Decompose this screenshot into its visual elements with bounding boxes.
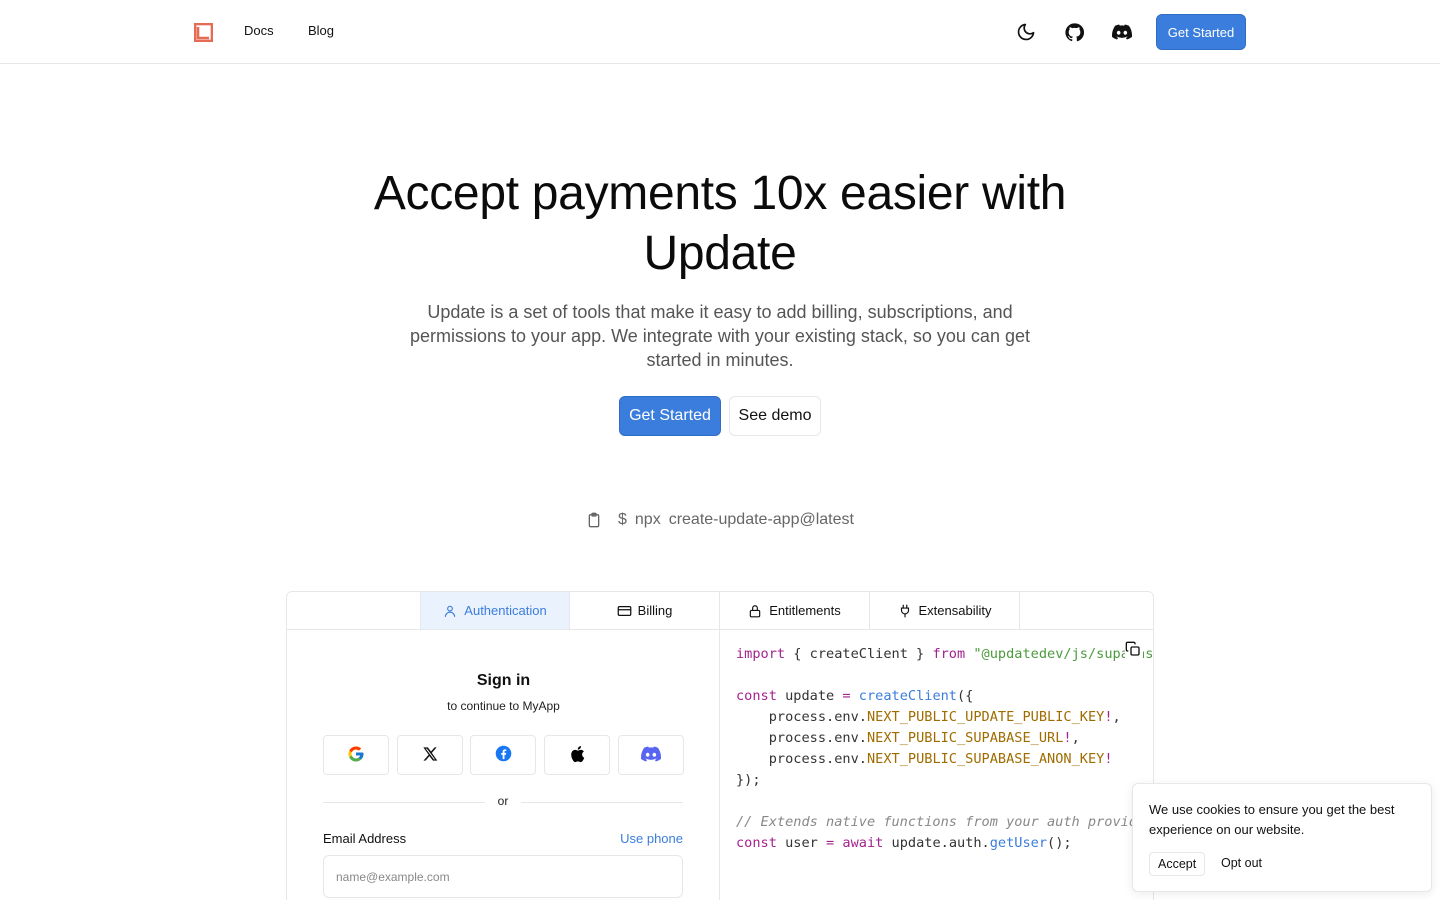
hero-title: Accept payments 10x easier with Update xyxy=(373,167,1067,280)
code-token: NEXT_PUBLIC_UPDATE_PUBLIC_KEY xyxy=(866,709,1105,725)
signin-subtitle: to continue to MyApp xyxy=(447,699,560,713)
signin-title: Sign in xyxy=(476,672,531,689)
tab-authentication[interactable]: Authentication xyxy=(420,592,570,629)
plug-icon xyxy=(898,604,912,618)
hero-subtitle: Update is a set of tools that make it ea… xyxy=(410,302,1030,370)
facebook-signin-button[interactable] xyxy=(470,735,536,775)
code-token: ! xyxy=(1063,730,1072,746)
code-token: ! xyxy=(1104,751,1113,767)
discord-signin-button[interactable] xyxy=(618,735,684,775)
signin-pane: Sign in to continue to MyApp or Email Ad… xyxy=(287,630,720,900)
or-label: or xyxy=(485,794,521,808)
tab-label: Extensability xyxy=(918,603,992,618)
apple-signin-button[interactable] xyxy=(544,735,610,775)
code-comment: // Extends native functions from your au… xyxy=(736,814,1154,830)
top-header: Docs Blog Get Started xyxy=(0,0,1440,64)
cookie-opt-out-link[interactable]: Opt out xyxy=(1221,856,1262,870)
code-token: (); xyxy=(1047,835,1072,851)
code-token: = xyxy=(842,688,851,704)
code-token: process.env. xyxy=(768,709,867,725)
code-token: = xyxy=(826,835,835,851)
use-phone-link[interactable]: Use phone xyxy=(620,831,683,846)
tab-label: Billing xyxy=(637,603,673,618)
cookie-accept-button[interactable]: Accept xyxy=(1149,852,1206,876)
hero-get-started-button[interactable]: Get Started xyxy=(619,396,721,436)
github-icon[interactable] xyxy=(1063,21,1085,43)
tab-entitlements[interactable]: Entitlements xyxy=(720,592,870,629)
code-token: createClient xyxy=(858,688,957,704)
discord-icon[interactable] xyxy=(1111,21,1133,43)
email-label: Email Address xyxy=(323,831,407,846)
tab-extensability[interactable]: Extensability xyxy=(870,592,1020,629)
nav-blog-link[interactable]: Blog xyxy=(308,23,334,38)
code-token: const xyxy=(736,835,777,851)
code-pane: import { createClient } from "@updatedev… xyxy=(721,630,1154,900)
code-snippet: import { createClient } from "@updatedev… xyxy=(736,644,1154,854)
command-prompt: $ xyxy=(618,511,627,528)
code-token: ! xyxy=(1104,709,1113,725)
code-token: from xyxy=(932,646,966,662)
install-command: $ npx create-update-app@latest xyxy=(586,508,862,532)
x-icon xyxy=(422,746,438,765)
code-token: NEXT_PUBLIC_SUPABASE_URL xyxy=(866,730,1064,746)
x-signin-button[interactable] xyxy=(397,735,463,775)
feature-panel: Authentication Billing Entitlements Exte… xyxy=(286,591,1154,900)
google-icon xyxy=(347,745,365,766)
copy-code-icon[interactable] xyxy=(1125,641,1143,659)
cookie-text: We use cookies to ensure you get the bes… xyxy=(1149,802,1395,837)
code-token: update xyxy=(785,688,835,704)
header-get-started-button[interactable]: Get Started xyxy=(1156,14,1246,50)
apple-icon xyxy=(569,745,585,766)
tab-label: Entitlements xyxy=(769,603,841,618)
code-token: { createClient } xyxy=(793,646,925,662)
code-token: user xyxy=(785,835,818,851)
tab-billing[interactable]: Billing xyxy=(570,592,720,629)
code-token: await xyxy=(842,835,884,851)
clipboard-icon[interactable] xyxy=(586,512,602,528)
nav-docs-link[interactable]: Docs xyxy=(244,23,274,38)
code-token: process.env. xyxy=(768,751,867,767)
code-token: }); xyxy=(736,772,761,788)
command-tool: npx xyxy=(634,511,661,528)
moon-icon[interactable] xyxy=(1015,21,1037,43)
code-token: update.auth. xyxy=(891,835,990,851)
see-demo-button[interactable]: See demo xyxy=(729,396,821,436)
user-icon xyxy=(443,604,457,618)
credit-card-icon xyxy=(617,604,632,618)
code-token: const xyxy=(736,688,777,704)
code-token: import xyxy=(736,646,786,662)
code-token: process.env. xyxy=(768,730,867,746)
google-signin-button[interactable] xyxy=(323,735,389,775)
cookie-banner: We use cookies to ensure you get the bes… xyxy=(1132,783,1432,892)
feature-tabs: Authentication Billing Entitlements Exte… xyxy=(287,592,1153,630)
facebook-icon xyxy=(495,745,512,765)
code-token: , xyxy=(1112,709,1121,725)
lock-icon xyxy=(748,604,762,618)
update-logo-icon[interactable] xyxy=(193,22,214,43)
discord-icon xyxy=(641,746,662,765)
tab-label: Authentication xyxy=(464,603,547,618)
code-token: ({ xyxy=(957,688,974,704)
command-package: create-update-app@latest xyxy=(668,511,854,528)
email-field[interactable] xyxy=(323,855,683,898)
code-token: getUser xyxy=(989,835,1048,851)
code-token: NEXT_PUBLIC_SUPABASE_ANON_KEY xyxy=(866,751,1105,767)
code-token: , xyxy=(1071,730,1080,746)
